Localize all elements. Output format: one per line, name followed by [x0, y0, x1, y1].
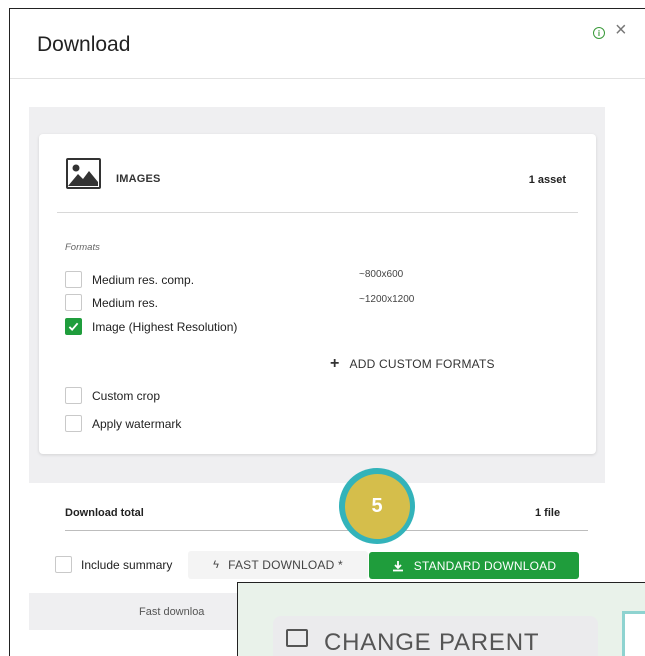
- fast-download-footnote: Fast downloa: [139, 606, 205, 618]
- fast-download-label: FAST DOWNLOAD *: [228, 558, 343, 572]
- total-divider: [65, 530, 588, 531]
- step-badge: 5: [339, 468, 415, 544]
- download-total-label: Download total: [65, 507, 144, 519]
- format-label: Image (Highest Resolution): [92, 319, 238, 334]
- highlight-frame: [622, 611, 645, 656]
- standard-download-button[interactable]: STANDARD DOWNLOAD: [369, 552, 579, 579]
- format-size: ~1200x1200: [359, 294, 415, 305]
- fast-download-button[interactable]: ϟ FAST DOWNLOAD *: [188, 551, 368, 579]
- info-icon[interactable]: i: [593, 27, 605, 39]
- card-divider: [57, 212, 578, 213]
- add-custom-formats-button[interactable]: + ADD CUSTOM FORMATS: [330, 356, 495, 372]
- plus-icon: +: [330, 355, 340, 372]
- zoom-overlay-panel: CHANGE PARENT: [237, 582, 645, 656]
- header-divider: [10, 78, 645, 79]
- checkbox[interactable]: [55, 556, 72, 573]
- step-number: 5: [344, 473, 410, 539]
- format-option-medium-comp[interactable]: Medium res. comp.: [65, 270, 194, 289]
- folder-icon: [286, 629, 308, 647]
- option-label: Custom crop: [92, 388, 161, 403]
- checkbox[interactable]: [65, 387, 82, 404]
- image-icon: [66, 158, 101, 189]
- check-icon: [68, 322, 79, 332]
- checkbox[interactable]: [65, 415, 82, 432]
- checkbox[interactable]: [65, 294, 82, 311]
- format-option-highest-resolution[interactable]: Image (Highest Resolution): [65, 317, 237, 336]
- include-summary-option[interactable]: Include summary: [55, 556, 172, 573]
- dialog-title: Download: [37, 33, 131, 56]
- add-custom-formats-label: ADD CUSTOM FORMATS: [349, 357, 495, 371]
- download-total-value: 1 file: [535, 507, 561, 519]
- lightning-icon: ϟ: [213, 559, 220, 571]
- option-label: Apply watermark: [92, 416, 182, 431]
- checkbox[interactable]: [65, 271, 82, 288]
- option-apply-watermark[interactable]: Apply watermark: [65, 414, 181, 433]
- format-option-medium[interactable]: Medium res.: [65, 293, 158, 312]
- standard-download-label: STANDARD DOWNLOAD: [413, 558, 557, 573]
- images-card: IMAGES 1 asset Formats Medium res. comp.…: [39, 134, 596, 454]
- format-size: ~800x600: [359, 269, 404, 280]
- checkbox-checked[interactable]: [65, 318, 82, 335]
- fast-download-footnote-bar: [29, 593, 239, 630]
- change-parent-label: CHANGE PARENT: [324, 629, 540, 656]
- option-custom-crop[interactable]: Custom crop: [65, 386, 160, 405]
- section-label: IMAGES: [116, 173, 161, 185]
- formats-label: Formats: [65, 242, 100, 253]
- format-label: Medium res.: [92, 295, 159, 310]
- download-icon: [392, 560, 403, 571]
- asset-count: 1 asset: [528, 174, 566, 186]
- include-summary-label: Include summary: [81, 557, 173, 572]
- close-icon[interactable]: ×: [615, 20, 627, 40]
- format-label: Medium res. comp.: [92, 272, 195, 287]
